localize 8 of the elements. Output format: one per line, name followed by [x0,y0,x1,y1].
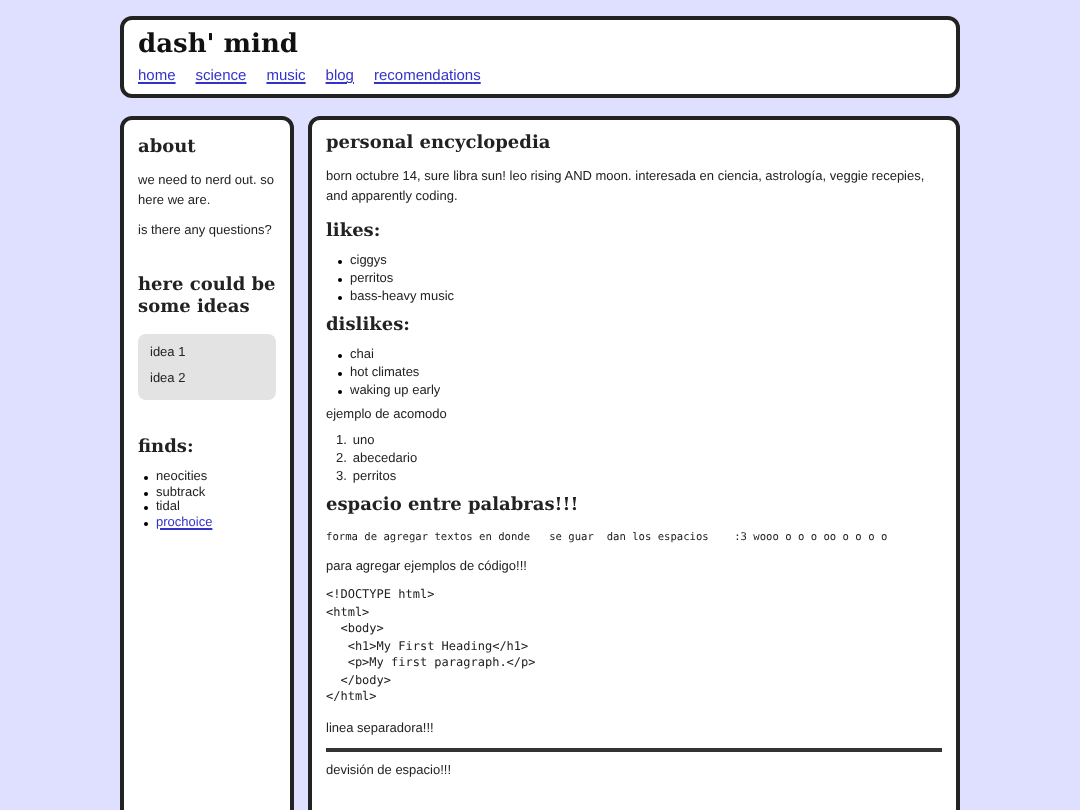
site-title: dash' mind [138,30,301,62]
section-heading: here could be some ideas [138,275,276,320]
section-heading: likes: [326,221,383,244]
section-heading: finds: [138,438,196,461]
section-heading: personal encyclopedia [326,134,553,157]
section-heading: dislikes: [326,316,412,339]
section-heading: espacio entre palabras!!! [326,496,581,519]
section-heading: about [138,138,198,161]
